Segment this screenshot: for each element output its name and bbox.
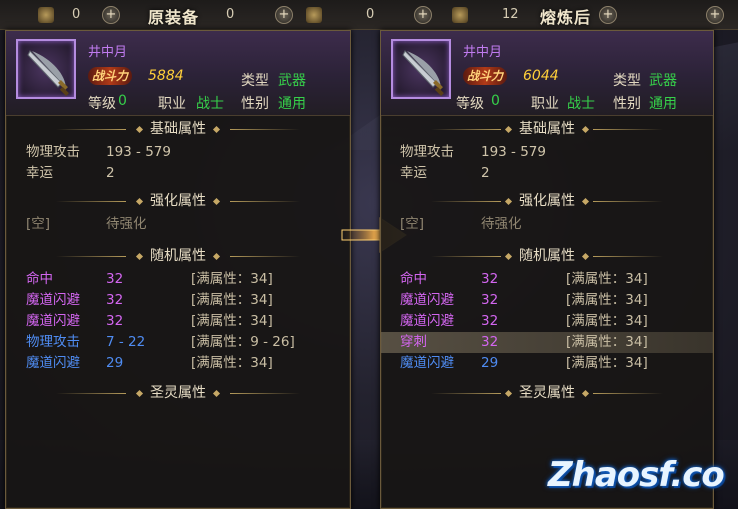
- item-slot[interactable]: [16, 39, 76, 99]
- left-count-1: 0: [72, 7, 81, 22]
- combat-power-value: 6044: [523, 68, 559, 84]
- random-attr-row: 魔道闪避 32 [满属性：34]: [26, 292, 273, 308]
- add-button[interactable]: +: [275, 6, 293, 24]
- enhance-attr-title: 强化属性: [381, 188, 713, 214]
- type-value: 武器: [649, 73, 677, 89]
- add-button[interactable]: +: [599, 6, 617, 24]
- type-value: 武器: [278, 73, 306, 89]
- random-attr-row: 命中 32 [满属性：34]: [26, 271, 273, 287]
- random-attr-row: 魔道闪避 32 [满属性：34]: [400, 292, 648, 308]
- combat-power: 战斗力 5884: [88, 67, 208, 85]
- right-count-1: 0: [366, 7, 375, 22]
- combat-power-label: 战斗力: [463, 67, 508, 85]
- random-attr-row: 魔道闪避 29 [满属性：34]: [400, 355, 648, 371]
- random-attr-row: 魔道闪避 29 [满属性：34]: [26, 355, 273, 371]
- base-attr-title: 基础属性: [6, 116, 350, 142]
- smelted-title: 熔炼后: [540, 8, 592, 27]
- random-attr-row: 物理攻击 7 - 22 [满属性：9 - 26]: [26, 334, 295, 350]
- attr-row: 幸运 2: [26, 165, 115, 181]
- level-value: 0: [118, 93, 127, 109]
- random-attr-title: 随机属性: [381, 243, 713, 269]
- enhance-row: [空] 待强化: [400, 216, 522, 232]
- top-bar: 0 + 原装备 0 + 0 + 12 熔炼后 + +: [0, 0, 738, 30]
- holy-attr-title: 圣灵属性: [381, 380, 713, 406]
- attr-row: 物理攻击 193 - 579: [400, 144, 546, 160]
- holy-attr-title: 圣灵属性: [6, 380, 350, 406]
- job-value: 战士: [196, 96, 224, 112]
- currency-icon: [452, 7, 468, 23]
- type-label: 类型: [613, 73, 641, 89]
- level-label: 等级: [88, 96, 116, 112]
- base-attr-title: 基础属性: [381, 116, 713, 142]
- level-label: 等级: [456, 96, 484, 112]
- original-equipment-title: 原装备: [148, 8, 200, 27]
- attr-row: 幸运 2: [400, 165, 490, 181]
- item-slot[interactable]: [391, 39, 451, 99]
- right-count-2: 12: [502, 7, 519, 22]
- gender-label: 性别: [241, 96, 269, 112]
- item-name: 井中月: [463, 45, 503, 60]
- job-label: 职业: [531, 96, 559, 112]
- combat-power-value: 5884: [148, 68, 184, 84]
- add-button[interactable]: +: [414, 6, 432, 24]
- original-equipment-panel: 井中月 战斗力 5884 类型 武器 等级 0 职业 战士 性别 通用 基础属性…: [5, 30, 351, 509]
- enhance-attr-title: 强化属性: [6, 188, 350, 214]
- level-value: 0: [491, 93, 500, 109]
- add-button[interactable]: +: [706, 6, 724, 24]
- job-value: 战士: [567, 96, 595, 112]
- item-header: 井中月 战斗力 6044 类型 武器 等级 0 职业 战士 性别 通用: [381, 31, 713, 116]
- gender-label: 性别: [613, 96, 641, 112]
- combat-power-label: 战斗力: [88, 67, 133, 85]
- sword-icon: [27, 50, 69, 96]
- left-count-2: 0: [226, 7, 235, 22]
- item-name: 井中月: [88, 45, 128, 60]
- random-attr-row-highlighted: 穿刺 32 [满属性：34]: [381, 332, 713, 353]
- gender-value: 通用: [278, 96, 306, 112]
- random-attr-row: 魔道闪避 32 [满属性：34]: [400, 313, 648, 329]
- attr-row: 物理攻击 193 - 579: [26, 144, 171, 160]
- add-button[interactable]: +: [102, 6, 120, 24]
- smelted-equipment-panel: 井中月 战斗力 6044 类型 武器 等级 0 职业 战士 性别 通用 基础属性…: [380, 30, 714, 509]
- type-label: 类型: [241, 73, 269, 89]
- job-label: 职业: [158, 96, 186, 112]
- enhance-row: [空] 待强化: [26, 216, 147, 232]
- random-attr-title: 随机属性: [6, 243, 350, 269]
- sword-icon: [402, 50, 444, 96]
- currency-icon: [306, 7, 322, 23]
- random-attr-row: 魔道闪避 32 [满属性：34]: [26, 313, 273, 329]
- random-attr-row: 命中 32 [满属性：34]: [400, 271, 648, 287]
- gender-value: 通用: [649, 96, 677, 112]
- item-header: 井中月 战斗力 5884 类型 武器 等级 0 职业 战士 性别 通用: [6, 31, 350, 116]
- currency-icon: [38, 7, 54, 23]
- combat-power: 战斗力 6044: [463, 67, 583, 85]
- watermark-logo: Zhaosf.co: [548, 455, 725, 495]
